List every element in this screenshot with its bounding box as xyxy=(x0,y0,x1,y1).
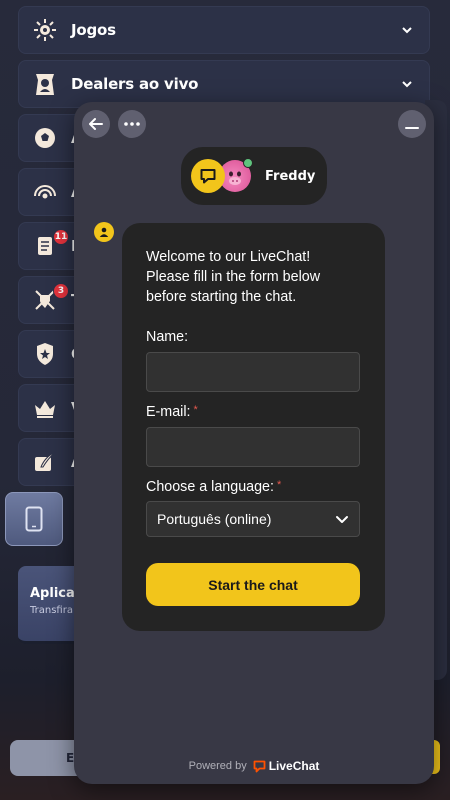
chevron-down-icon xyxy=(402,27,412,34)
powered-by-footer[interactable]: Powered by LiveChat xyxy=(74,759,434,773)
online-status-dot xyxy=(243,158,253,168)
language-select[interactable]: Português (online) xyxy=(146,501,360,537)
shield-star-icon xyxy=(19,330,71,378)
livechat-logo-icon xyxy=(253,760,266,773)
menu-item-dealers[interactable]: Dealers ao vivo xyxy=(18,60,430,108)
prechat-form: Welcome to our LiveChat! Please fill in … xyxy=(122,223,385,631)
notification-badge: 3 xyxy=(53,283,69,299)
scroll-icon: 11 xyxy=(19,222,71,270)
start-chat-button[interactable]: Start the chat xyxy=(146,563,360,606)
more-options-button[interactable] xyxy=(118,110,146,138)
language-selected-value: Português (online) xyxy=(157,511,272,527)
minimize-icon xyxy=(405,127,419,129)
email-input[interactable] xyxy=(146,427,360,467)
agent-name: Freddy xyxy=(265,168,316,184)
name-input[interactable] xyxy=(146,352,360,392)
livechat-brand: LiveChat xyxy=(268,759,320,773)
menu-label: Jogos xyxy=(71,21,116,39)
name-label: Name: xyxy=(146,329,188,345)
language-label-text: Choose a language: xyxy=(146,479,274,495)
language-label: Choose a language: * xyxy=(146,479,281,495)
notification-badge: 11 xyxy=(53,229,69,245)
chevron-down-icon xyxy=(402,81,412,88)
quill-icon xyxy=(19,438,71,486)
arrow-left-icon xyxy=(89,118,103,130)
more-dots-icon xyxy=(124,122,140,126)
dealer-icon xyxy=(19,60,71,108)
crown-icon xyxy=(19,384,71,432)
welcome-message: Welcome to our LiveChat! Please fill in … xyxy=(146,249,321,305)
bot-avatar-icon xyxy=(94,222,114,242)
jogos-icon xyxy=(19,6,71,54)
email-label: E-mail: * xyxy=(146,404,198,420)
chevron-down-icon xyxy=(336,516,348,523)
menu-item-jogos[interactable]: Jogos xyxy=(18,6,430,54)
chat-bubble-icon xyxy=(191,159,225,193)
minimize-button[interactable] xyxy=(398,110,426,138)
name-label-text: Name: xyxy=(146,329,189,345)
agent-header: Freddy xyxy=(181,147,327,205)
livechat-window: Freddy Welcome to our LiveChat! Please f… xyxy=(74,102,434,784)
email-label-text: E-mail: xyxy=(146,404,191,420)
shield-swords-icon: 3 xyxy=(19,276,71,324)
required-mark: * xyxy=(193,404,198,416)
broadcast-icon xyxy=(19,168,71,216)
menu-label: Dealers ao vivo xyxy=(71,75,199,93)
back-button[interactable] xyxy=(82,110,110,138)
phone-icon xyxy=(25,506,43,532)
soccer-ball-icon xyxy=(19,114,71,162)
mobile-app-button[interactable] xyxy=(5,492,63,546)
required-mark: * xyxy=(276,479,282,491)
powered-by-text: Powered by xyxy=(188,760,247,772)
